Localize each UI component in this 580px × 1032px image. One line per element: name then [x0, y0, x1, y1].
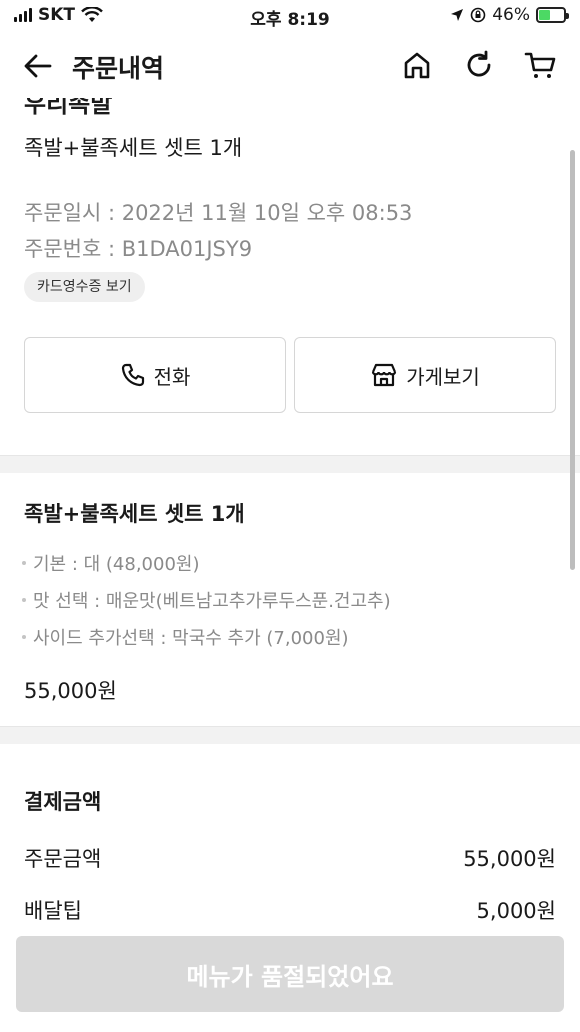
home-icon[interactable]: [400, 48, 434, 82]
page-title: 주문내역: [72, 54, 165, 83]
battery-icon: [536, 7, 569, 23]
payment-row-delivery-tip: 배달팁 5,000원: [24, 899, 556, 923]
view-store-button[interactable]: 가게보기: [294, 337, 556, 413]
section-divider: [0, 455, 580, 473]
menu-price: 55,000원: [24, 679, 117, 703]
cart-icon[interactable]: [524, 48, 558, 82]
order-number: 주문번호 : B1DA01JSY9: [24, 237, 253, 261]
store-label: 가게보기: [406, 364, 480, 389]
battery-percent: 46%: [492, 5, 530, 25]
location-arrow-icon: [451, 9, 464, 21]
back-arrow-icon[interactable]: [22, 50, 54, 82]
order-detail-scroll[interactable]: 우리족발 족발+불족세트 셋트 1개 주문일시 : 2022년 11월 10일 …: [0, 98, 580, 1032]
status-right: 46%: [450, 5, 569, 25]
store-icon: [372, 363, 397, 387]
order-datetime: 주문일시 : 2022년 11월 10일 오후 08:53: [24, 201, 413, 225]
call-label: 전화: [153, 364, 191, 389]
payment-row-order-amount: 주문금액 55,000원: [24, 847, 556, 871]
refresh-icon[interactable]: [462, 48, 496, 82]
call-button[interactable]: 전화: [24, 337, 286, 413]
menu-title: 족발+불족세트 셋트 1개: [24, 502, 245, 526]
sold-out-button: 메뉴가 품절되었어요: [16, 936, 564, 1012]
menu-summary: 족발+불족세트 셋트 1개: [24, 136, 243, 160]
orientation-lock-icon: [470, 7, 486, 23]
menu-option: 맛 선택 : 매운맛(베트남고추가루두스푼.건고추): [22, 587, 391, 613]
phone-icon: [121, 363, 144, 387]
menu-option: 사이드 추가선택 : 막국수 추가 (7,000원): [22, 624, 349, 650]
status-bar: SKT 오후 8:19 46%: [0, 0, 580, 34]
menu-option: 기본 : 대 (48,000원): [22, 550, 200, 576]
card-receipt-button[interactable]: 카드영수증 보기: [24, 272, 145, 302]
section-divider: [0, 726, 580, 744]
scrollbar[interactable]: [570, 150, 575, 570]
store-name: 우리족발: [24, 98, 113, 118]
app-header: 주문내역: [0, 34, 580, 98]
payment-title: 결제금액: [24, 790, 102, 814]
